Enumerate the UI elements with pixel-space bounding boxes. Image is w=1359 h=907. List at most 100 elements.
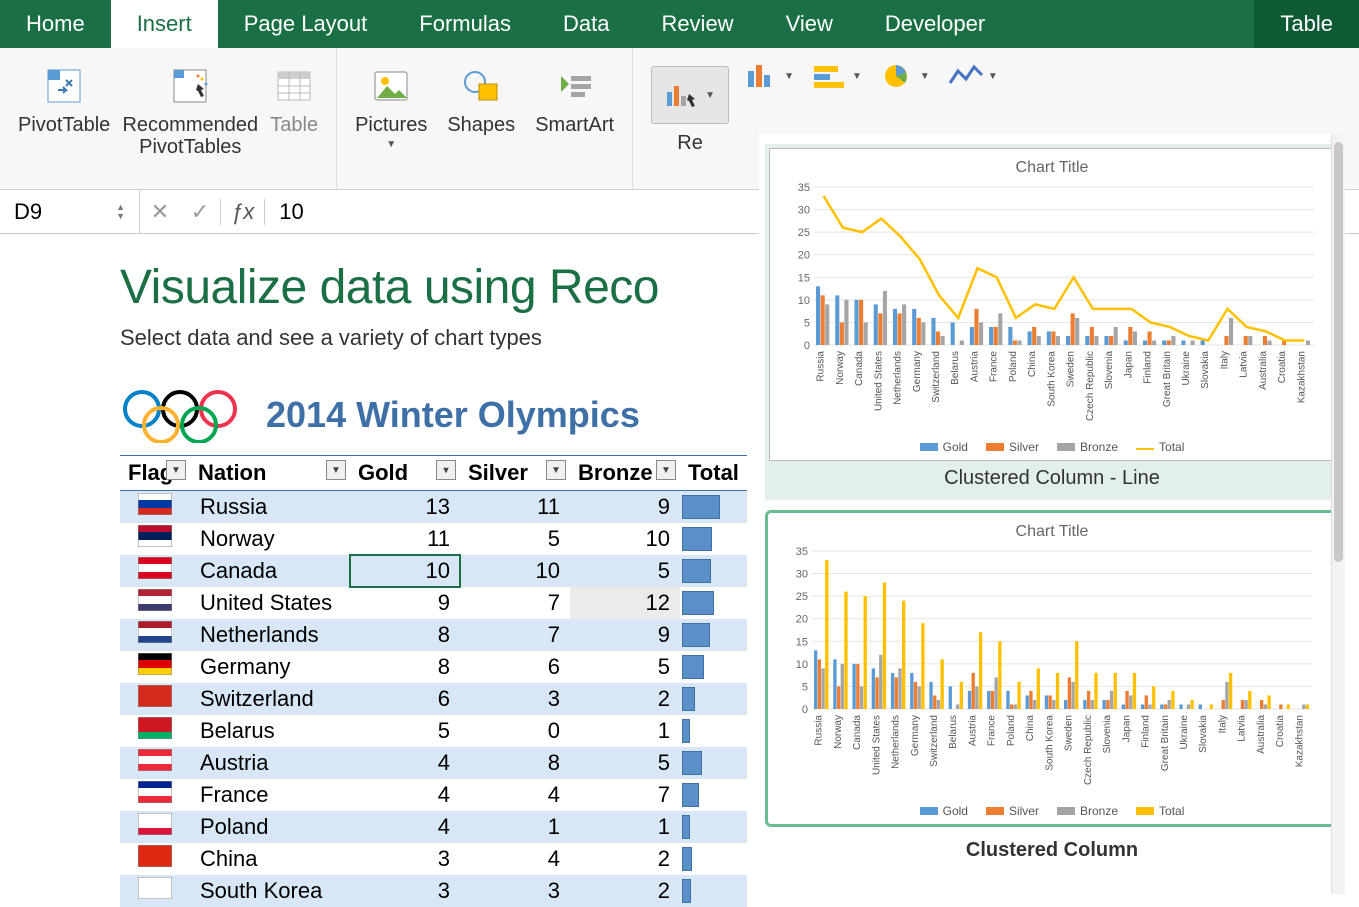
filter-icon[interactable]: ▾ <box>436 460 456 480</box>
col-header-gold[interactable]: Gold▾ <box>350 456 460 491</box>
table-row[interactable]: South Korea332 <box>120 875 747 907</box>
svg-text:35: 35 <box>798 183 810 194</box>
svg-text:China: China <box>1027 351 1038 378</box>
svg-text:10: 10 <box>796 659 808 671</box>
pictures-button[interactable]: Pictures ▼ <box>345 48 437 189</box>
ribbon-tab-home[interactable]: Home <box>0 0 111 48</box>
svg-text:United States: United States <box>871 715 882 775</box>
bar-chart-button[interactable]: ▼ <box>809 56 865 96</box>
flag-icon <box>138 781 172 803</box>
filter-icon[interactable]: ▼ <box>166 460 186 480</box>
fx-label[interactable]: ƒx <box>220 199 265 225</box>
col-header-bronze[interactable]: Bronze▼ <box>570 456 680 491</box>
svg-text:0: 0 <box>804 340 810 352</box>
svg-text:Netherlands: Netherlands <box>893 351 904 405</box>
accept-formula-button[interactable]: ✓ <box>180 199 220 225</box>
table-row[interactable]: France447 <box>120 779 747 811</box>
table-icon <box>274 66 314 106</box>
table-row[interactable]: Netherlands879 <box>120 619 747 651</box>
svg-text:Slovenia: Slovenia <box>1104 351 1115 390</box>
svg-text:Austria: Austria <box>969 351 980 383</box>
pie-chart-button[interactable]: ▼ <box>877 56 933 96</box>
svg-text:Canada: Canada <box>854 351 865 386</box>
svg-text:Great Britain: Great Britain <box>1162 351 1173 407</box>
ribbon-tab-page-layout[interactable]: Page Layout <box>218 0 394 48</box>
svg-text:Belarus: Belarus <box>950 351 961 385</box>
name-box[interactable]: D9 ▲▼ <box>0 190 140 233</box>
filter-icon[interactable]: ▼ <box>326 460 346 480</box>
table-button[interactable]: Table <box>260 48 328 189</box>
svg-text:Latvia: Latvia <box>1237 715 1248 742</box>
col-header-flag[interactable]: Flag▼ <box>120 456 190 491</box>
svg-text:30: 30 <box>798 205 810 217</box>
table-row[interactable]: China342 <box>120 843 747 875</box>
chart-preview-2: 05101520253035RussiaNorwayCanadaUnited S… <box>778 547 1318 787</box>
ribbon-tab-table[interactable]: Table <box>1254 0 1359 48</box>
ribbon-tab-formulas[interactable]: Formulas <box>393 0 537 48</box>
medals-table[interactable]: Flag▼Nation▼Gold▾Silver▼Bronze▼Total Rus… <box>120 455 747 907</box>
table-row[interactable]: Switzerland632 <box>120 683 747 715</box>
svg-text:20: 20 <box>798 250 810 262</box>
smartart-button[interactable]: SmartArt <box>525 48 624 189</box>
svg-text:Slovakia: Slovakia <box>1198 715 1209 753</box>
table-row[interactable]: Canada10105 <box>120 555 747 587</box>
shapes-button[interactable]: Shapes <box>437 48 525 189</box>
svg-text:Ukraine: Ukraine <box>1179 715 1190 750</box>
svg-text:Latvia: Latvia <box>1239 351 1250 378</box>
svg-text:10: 10 <box>798 295 810 307</box>
table-row[interactable]: Belarus501 <box>120 715 747 747</box>
ribbon-tab-developer[interactable]: Developer <box>859 0 1011 48</box>
table-row[interactable]: Norway11510 <box>120 523 747 555</box>
ribbon-tab-insert[interactable]: Insert <box>111 0 218 48</box>
line-chart-button[interactable]: ▼ <box>945 56 1001 96</box>
table-row[interactable]: United States9712 <box>120 587 747 619</box>
svg-text:Finland: Finland <box>1141 715 1152 748</box>
svg-text:Australia: Australia <box>1256 715 1267 754</box>
col-header-total[interactable]: Total <box>680 456 747 491</box>
svg-text:Kazakhstan: Kazakhstan <box>1296 351 1307 403</box>
svg-text:Belarus: Belarus <box>948 715 959 749</box>
svg-text:15: 15 <box>796 636 808 648</box>
filter-icon[interactable]: ▼ <box>656 460 676 480</box>
flag-icon <box>138 589 172 611</box>
recommended-charts-button[interactable]: ▼ Re <box>641 48 729 189</box>
table-row[interactable]: Poland411 <box>120 811 747 843</box>
col-header-silver[interactable]: Silver▼ <box>460 456 570 491</box>
flag-icon <box>138 557 172 579</box>
svg-text:Norway: Norway <box>835 351 846 385</box>
svg-text:United States: United States <box>873 351 884 411</box>
svg-text:Italy: Italy <box>1217 715 1228 733</box>
svg-text:Canada: Canada <box>852 715 863 750</box>
chart-option-clustered-column-line[interactable]: Chart Title 05101520253035RussiaNorwayCa… <box>769 148 1335 461</box>
svg-text:Switzerland: Switzerland <box>931 351 942 403</box>
svg-text:Slovenia: Slovenia <box>1102 715 1113 754</box>
ribbon-tab-review[interactable]: Review <box>635 0 759 48</box>
chart-option-clustered-column[interactable]: Chart Title 05101520253035RussiaNorwayCa… <box>765 510 1339 827</box>
chevron-down-icon: ▼ <box>705 90 715 101</box>
svg-text:15: 15 <box>798 272 810 284</box>
column-chart-button[interactable]: ▼ <box>741 56 797 96</box>
svg-text:Russia: Russia <box>814 715 825 746</box>
pivottable-button[interactable]: PivotTable <box>8 48 120 189</box>
svg-text:Norway: Norway <box>833 715 844 749</box>
col-header-nation[interactable]: Nation▼ <box>190 456 350 491</box>
filter-icon[interactable]: ▼ <box>546 460 566 480</box>
svg-text:30: 30 <box>796 569 808 581</box>
svg-text:Switzerland: Switzerland <box>929 715 940 767</box>
panel-scrollbar[interactable] <box>1331 134 1345 894</box>
ribbon-tab-view[interactable]: View <box>760 0 859 48</box>
cancel-formula-button[interactable]: ✕ <box>140 199 180 225</box>
recommended-pivot-icon <box>170 66 210 106</box>
recommended-pivottables-button[interactable]: Recommended PivotTables <box>120 48 260 189</box>
flag-icon <box>138 877 172 899</box>
table-row[interactable]: Germany865 <box>120 651 747 683</box>
flag-icon <box>138 845 172 867</box>
ribbon-tab-data[interactable]: Data <box>537 0 635 48</box>
table-row[interactable]: Russia13119 <box>120 491 747 524</box>
flag-icon <box>138 685 172 707</box>
table-row[interactable]: Austria485 <box>120 747 747 779</box>
table-title: 2014 Winter Olympics <box>266 394 640 436</box>
chart-preview-1: 05101520253035RussiaNorwayCanadaUnited S… <box>780 183 1320 423</box>
recommended-chart-icon <box>665 82 701 108</box>
svg-text:France: France <box>987 715 998 747</box>
